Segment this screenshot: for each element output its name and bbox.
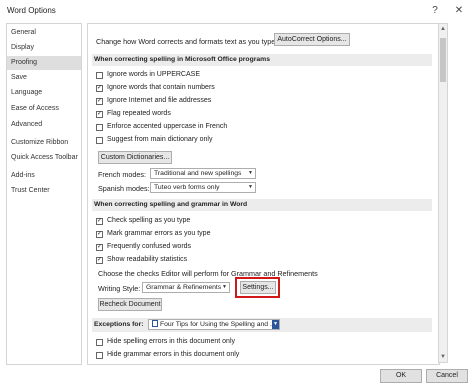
mark-grammar-checkbox[interactable]: ✓ — [96, 231, 103, 238]
exceptions-document-value: Four Tips for Using the Spelling and ... — [160, 321, 276, 328]
hide-grammar-errors-label: Hide grammar errors in this document onl… — [107, 351, 240, 358]
check-spelling-label: Check spelling as you type — [107, 217, 191, 224]
exceptions-document-select[interactable]: Four Tips for Using the Spelling and ...… — [148, 319, 280, 330]
flag-repeated-checkbox[interactable]: ✓ — [96, 111, 103, 118]
custom-dictionaries-button[interactable]: Custom Dictionaries... — [98, 151, 172, 164]
french-modes-label: French modes: — [98, 170, 146, 179]
mark-grammar-label: Mark grammar errors as you type — [107, 230, 211, 237]
sidebar-item-ease-of-access[interactable]: Ease of Access — [7, 102, 81, 116]
ignore-numbers-label: Ignore words that contain numbers — [107, 84, 215, 91]
hide-spelling-errors-label: Hide spelling errors in this document on… — [107, 338, 236, 345]
check-spelling-checkbox[interactable]: ✓ — [96, 218, 103, 225]
sidebar-item-save[interactable]: Save — [7, 71, 81, 85]
sidebar-item-general[interactable]: General — [7, 26, 81, 40]
spanish-modes-select[interactable]: Tuteo verb forms only ▼ — [150, 182, 256, 193]
spanish-modes-label: Spanish modes: — [98, 184, 150, 193]
office-spelling-section-header: When correcting spelling in Microsoft Of… — [92, 54, 432, 66]
autocorrect-options-button[interactable]: AutoCorrect Options... — [274, 33, 350, 46]
writing-style-label: Writing Style: — [98, 284, 141, 293]
ignore-internet-label: Ignore Internet and file addresses — [107, 97, 212, 104]
french-modes-value: Traditional and new spellings — [154, 170, 242, 177]
writing-style-select[interactable]: Grammar & Refinements ▼ — [142, 282, 230, 293]
french-modes-select[interactable]: Traditional and new spellings ▼ — [150, 168, 256, 179]
document-icon — [152, 320, 158, 327]
enforce-accented-label: Enforce accented uppercase in French — [107, 123, 228, 130]
spanish-modes-value: Tuteo verb forms only — [154, 184, 220, 191]
options-sidebar: General Display Proofing Save Language E… — [6, 23, 82, 365]
ignore-uppercase-label: Ignore words in UPPERCASE — [107, 71, 200, 78]
exceptions-label: Exceptions for: — [94, 321, 144, 328]
suggest-main-dictionary-checkbox[interactable] — [96, 137, 103, 144]
window-title: Word Options — [7, 6, 56, 15]
ignore-internet-checkbox[interactable]: ✓ — [96, 98, 103, 105]
help-button[interactable]: ? — [424, 3, 446, 19]
chevron-down-icon: ▼ — [222, 284, 227, 290]
editor-checks-text: Choose the checks Editor will perform fo… — [98, 269, 318, 278]
sidebar-item-advanced[interactable]: Advanced — [7, 118, 81, 132]
scroll-down-icon[interactable]: ▼ — [439, 352, 447, 362]
sidebar-item-language[interactable]: Language — [7, 86, 81, 100]
readability-checkbox[interactable]: ✓ — [96, 257, 103, 264]
ignore-uppercase-checkbox[interactable] — [96, 72, 103, 79]
flag-repeated-label: Flag repeated words — [107, 110, 171, 117]
sidebar-item-customize-ribbon[interactable]: Customize Ribbon — [7, 136, 81, 150]
confused-words-checkbox[interactable]: ✓ — [96, 244, 103, 251]
close-button[interactable]: ✕ — [448, 3, 470, 19]
hide-spelling-errors-checkbox[interactable] — [96, 339, 103, 346]
writing-style-value: Grammar & Refinements — [146, 284, 222, 291]
ok-button[interactable]: OK — [380, 369, 422, 383]
word-spelling-section-header: When correcting spelling and grammar in … — [92, 199, 432, 211]
ignore-numbers-checkbox[interactable]: ✓ — [96, 85, 103, 92]
hide-grammar-errors-checkbox[interactable] — [96, 352, 103, 359]
chevron-down-icon: ▼ — [272, 320, 279, 329]
chevron-down-icon: ▼ — [248, 170, 253, 176]
autocorrect-description: Change how Word corrects and formats tex… — [96, 37, 278, 46]
sidebar-item-add-ins[interactable]: Add-ins — [7, 169, 81, 183]
enforce-accented-checkbox[interactable] — [96, 124, 103, 131]
scroll-thumb[interactable] — [440, 38, 446, 82]
sidebar-item-trust-center[interactable]: Trust Center — [7, 184, 81, 198]
content-scrollbar[interactable]: ▲ ▼ — [438, 23, 448, 363]
sidebar-item-display[interactable]: Display — [7, 41, 81, 55]
title-bar: Word Options ? ✕ — [0, 0, 474, 22]
cancel-button[interactable]: Cancel — [426, 369, 468, 383]
highlight-box — [235, 277, 280, 298]
recheck-document-button[interactable]: Recheck Document — [98, 298, 162, 311]
readability-label: Show readability statistics — [107, 256, 188, 263]
sidebar-item-quick-access-toolbar[interactable]: Quick Access Toolbar — [7, 151, 81, 165]
chevron-down-icon: ▼ — [248, 184, 253, 190]
confused-words-label: Frequently confused words — [107, 243, 192, 250]
suggest-main-dictionary-label: Suggest from main dictionary only — [107, 136, 213, 143]
sidebar-item-proofing[interactable]: Proofing — [7, 56, 81, 70]
proofing-panel: Change how Word corrects and formats tex… — [87, 23, 440, 365]
scroll-up-icon[interactable]: ▲ — [439, 24, 447, 34]
